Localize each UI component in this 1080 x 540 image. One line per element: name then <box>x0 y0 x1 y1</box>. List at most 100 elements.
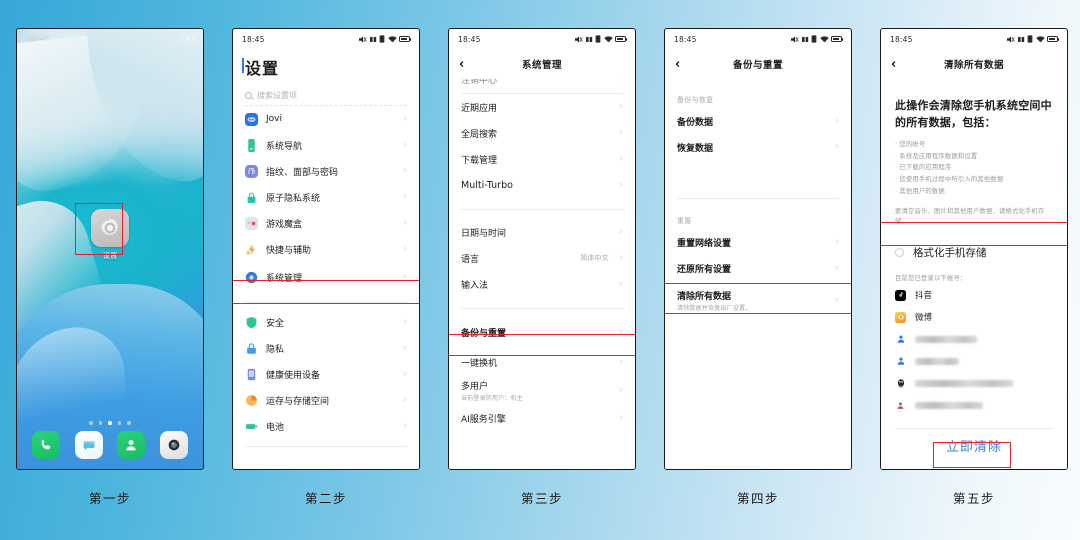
account-row[interactable]: 抖音 <box>881 284 1067 306</box>
battery-icon <box>399 36 412 42</box>
alarm-icon <box>1027 35 1033 43</box>
page-title: 系统管理 <box>521 60 562 71</box>
account-row[interactable]: 微博 <box>881 306 1067 328</box>
camera-icon[interactable] <box>160 431 189 459</box>
list-item-one-key-switch[interactable]: 一键换机 › <box>449 349 635 375</box>
divider <box>245 446 407 447</box>
list-item-label: 重置网络设置 <box>677 238 732 249</box>
nav-bar: ‹ 备份与重置 <box>665 49 851 79</box>
warning-list: 您的帐号 系统及应用程序数据和设置 已下载的应用程序 您使用手机过程中所引入的其… <box>881 131 1067 197</box>
battery-icon <box>245 423 258 429</box>
sidebar-item-jovi[interactable]: Jovi › <box>233 106 419 132</box>
dual-sim-icon <box>585 36 592 42</box>
sidebar-item-system-navigation[interactable]: 系统导航 › <box>233 132 419 158</box>
caption-step-2: 第二步 <box>304 491 347 506</box>
sidebar-item-system-management[interactable]: 系统管理 › <box>233 264 419 290</box>
warning-list-item: 您使用手机过程中所引入的其他数据 <box>895 174 1053 186</box>
erase-now-button[interactable]: 立即清除 <box>881 429 1067 455</box>
list-item-backup-and-reset[interactable]: 备份与重置 › <box>449 319 635 345</box>
weibo-alt-glyph <box>897 357 904 366</box>
chevron-right-icon: › <box>619 326 623 337</box>
chevron-right-icon: › <box>619 278 623 289</box>
sidebar-item-storage[interactable]: 运存与存储空间 › <box>233 387 419 413</box>
list-item-multi-user[interactable]: 多用户 当前登录的用户：机主 › <box>449 375 635 405</box>
page-title: 设置 <box>233 49 419 81</box>
mute-icon <box>575 35 583 43</box>
sidebar-item-battery[interactable]: 电池 › <box>233 413 419 439</box>
list-item-label: 全局搜索 <box>461 129 498 140</box>
phone-5-erase-all-data: 18:45 ‹ 清除所有数据 此操作会清除您手机系统空间中的所有数据，包括： 您… <box>880 28 1068 470</box>
douyin-icon <box>895 289 906 301</box>
list-item-language[interactable]: 语言 简体中文 › <box>449 245 635 271</box>
account-row[interactable] <box>881 394 1067 416</box>
list-item-restore-data[interactable]: 恢复数据 › <box>665 134 851 160</box>
status-bar: 18:45 <box>881 29 1067 49</box>
chevron-right-icon: › <box>619 153 623 164</box>
account-name-blurred <box>915 379 1013 387</box>
phone-1-home-screen: 18:45 设置 <box>16 28 204 470</box>
app-icon-settings[interactable]: 设置 <box>87 209 133 261</box>
phone-4-backup-reset: 18:45 ‹ 备份与重置 备份与恢复 备份数据 › 恢复数据 › 重置 重置网… <box>664 28 852 470</box>
sidebar-item-game-box[interactable]: 游戏魔盒 › <box>233 210 419 236</box>
sidebar-item-label: 运存与存储空间 <box>266 396 330 407</box>
sidebar-item-privacy[interactable]: 隐私 › <box>233 335 419 361</box>
list-item-date-time[interactable]: 日期与时间 › <box>449 219 635 245</box>
home-wallpaper: 18:45 设置 <box>17 29 203 469</box>
sidebar-item-label: 隐私 <box>266 344 285 355</box>
status-bar: 18:45 <box>449 29 635 49</box>
chevron-right-icon: › <box>619 127 623 138</box>
battery-icon <box>831 36 844 42</box>
list-item-label: 近期应用 <box>461 103 498 114</box>
radio-unchecked-icon[interactable] <box>895 247 904 257</box>
format-storage-option[interactable]: 格式化手机存储 <box>881 239 1067 265</box>
account-row[interactable] <box>881 328 1067 350</box>
list-item-label: Multi-Turbo <box>461 179 513 191</box>
shortcuts-icon <box>246 243 256 255</box>
sidebar-item-fingerprint-face-password[interactable]: 指纹、面部与密码 › <box>233 158 419 184</box>
account-name-blurred <box>915 357 959 365</box>
list-item-ai-service-engine[interactable]: AI服务引擎 › <box>449 405 635 431</box>
list-item-label: 一键换机 <box>461 358 498 369</box>
contacts-icon[interactable] <box>117 431 146 459</box>
erase-all-data-title: 清除所有数据 <box>677 291 732 302</box>
account-row[interactable] <box>881 372 1067 394</box>
chevron-right-icon: › <box>835 262 839 273</box>
weibo-icon <box>895 311 906 323</box>
sidebar-item-atomic-privacy[interactable]: 原子隐私系统 › <box>233 184 419 210</box>
sidebar-item-label: 原子隐私系统 <box>266 193 321 204</box>
sidebar-item-shortcuts-accessibility[interactable]: 快捷与辅助 › <box>233 236 419 262</box>
list-item-label: 日期与时间 <box>461 228 507 239</box>
list-item-multi-turbo[interactable]: Multi-Turbo › <box>449 172 635 198</box>
list-item-cut-off[interactable]: 注销中心 › <box>449 79 635 93</box>
list-item-recent-apps[interactable]: 近期应用 › <box>449 94 635 120</box>
search-input[interactable]: 搜索设置项 <box>245 87 407 103</box>
format-storage-label: 格式化手机存储 <box>913 246 987 259</box>
account-row[interactable] <box>881 350 1067 372</box>
list-item-download-manager[interactable]: 下载管理 › <box>449 146 635 172</box>
messages-icon[interactable] <box>74 431 103 459</box>
list-item-input-method[interactable]: 输入法 › <box>449 271 635 297</box>
home-dock <box>17 431 203 459</box>
qq-glyph <box>897 379 904 388</box>
chevron-right-icon: › <box>403 368 407 379</box>
warning-note: 要清空音乐、图片和其他用户数据，请格式化手机存储。 <box>895 208 1045 226</box>
page-dot <box>117 421 122 425</box>
sidebar-item-security[interactable]: 安全 › <box>233 309 419 335</box>
contact-icon <box>895 400 906 411</box>
divider <box>245 302 407 303</box>
phone-3-system-management: 18:45 ‹ 系统管理 注销中心 › 近期应用 › <box>448 28 636 470</box>
list-item-erase-all-data[interactable]: 清除所有数据 清除数据并恢复出厂设置。 › <box>665 285 851 315</box>
warning-title: 此操作会清除您手机系统空间中的所有数据，包括： <box>895 99 1052 130</box>
status-icons <box>791 35 844 43</box>
erase-button-area: 立即清除 <box>881 428 1067 455</box>
list-item-backup-data[interactable]: 备份数据 › <box>665 108 851 134</box>
phone-icon[interactable] <box>31 431 60 459</box>
sidebar-item-label: 电池 <box>266 422 285 433</box>
chevron-right-icon: › <box>403 243 407 254</box>
list-item-reset-network[interactable]: 重置网络设置 › <box>665 229 851 255</box>
list-item-global-search[interactable]: 全局搜索 › <box>449 120 635 146</box>
status-bar: 18:45 <box>665 29 851 49</box>
list-item-restore-all-settings[interactable]: 还原所有设置 › <box>665 255 851 281</box>
sidebar-item-digital-wellbeing[interactable]: 健康使用设备 › <box>233 361 419 387</box>
gear-icon-glyph <box>100 218 119 236</box>
